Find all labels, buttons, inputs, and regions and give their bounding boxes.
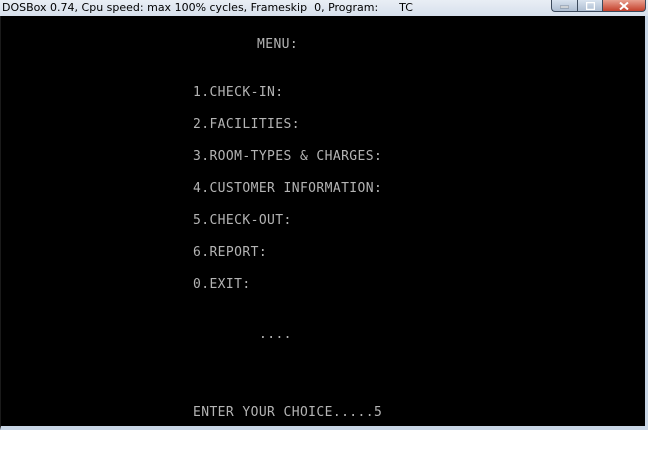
minimize-button[interactable] (551, 0, 577, 12)
menu-item-check-in: 1.CHECK-IN: (193, 85, 284, 100)
maximize-button[interactable] (577, 0, 602, 12)
title-bar[interactable]: DOSBox 0.74, Cpu speed: max 100% cycles,… (0, 0, 648, 17)
menu-title: MENU: (257, 37, 299, 52)
dos-screen[interactable]: MENU: 1.CHECK-IN: 2.FACILITIES: 3.ROOM-T… (0, 16, 648, 430)
menu-item-customer-information: 4.CUSTOMER INFORMATION: (193, 181, 383, 196)
close-icon (619, 1, 629, 10)
menu-item-facilities: 2.FACILITIES: (193, 117, 300, 132)
choice-prompt[interactable]: ENTER YOUR CHOICE.....5 (193, 406, 382, 420)
menu-item-check-out: 5.CHECK-OUT: (193, 213, 292, 228)
maximize-icon (585, 1, 595, 10)
menu-item-room-types-charges: 3.ROOM-TYPES & CHARGES: (193, 149, 383, 164)
window-controls (551, 0, 646, 12)
dosbox-window: DOSBox 0.74, Cpu speed: max 100% cycles,… (0, 0, 648, 430)
close-button[interactable] (602, 0, 646, 12)
menu-item-report: 6.REPORT: (193, 245, 268, 260)
menu-item-exit: 0.EXIT: (193, 277, 251, 292)
minimize-icon (560, 3, 569, 9)
window-title: DOSBox 0.74, Cpu speed: max 100% cycles,… (2, 1, 413, 14)
ellipsis-text: .... (259, 327, 292, 342)
